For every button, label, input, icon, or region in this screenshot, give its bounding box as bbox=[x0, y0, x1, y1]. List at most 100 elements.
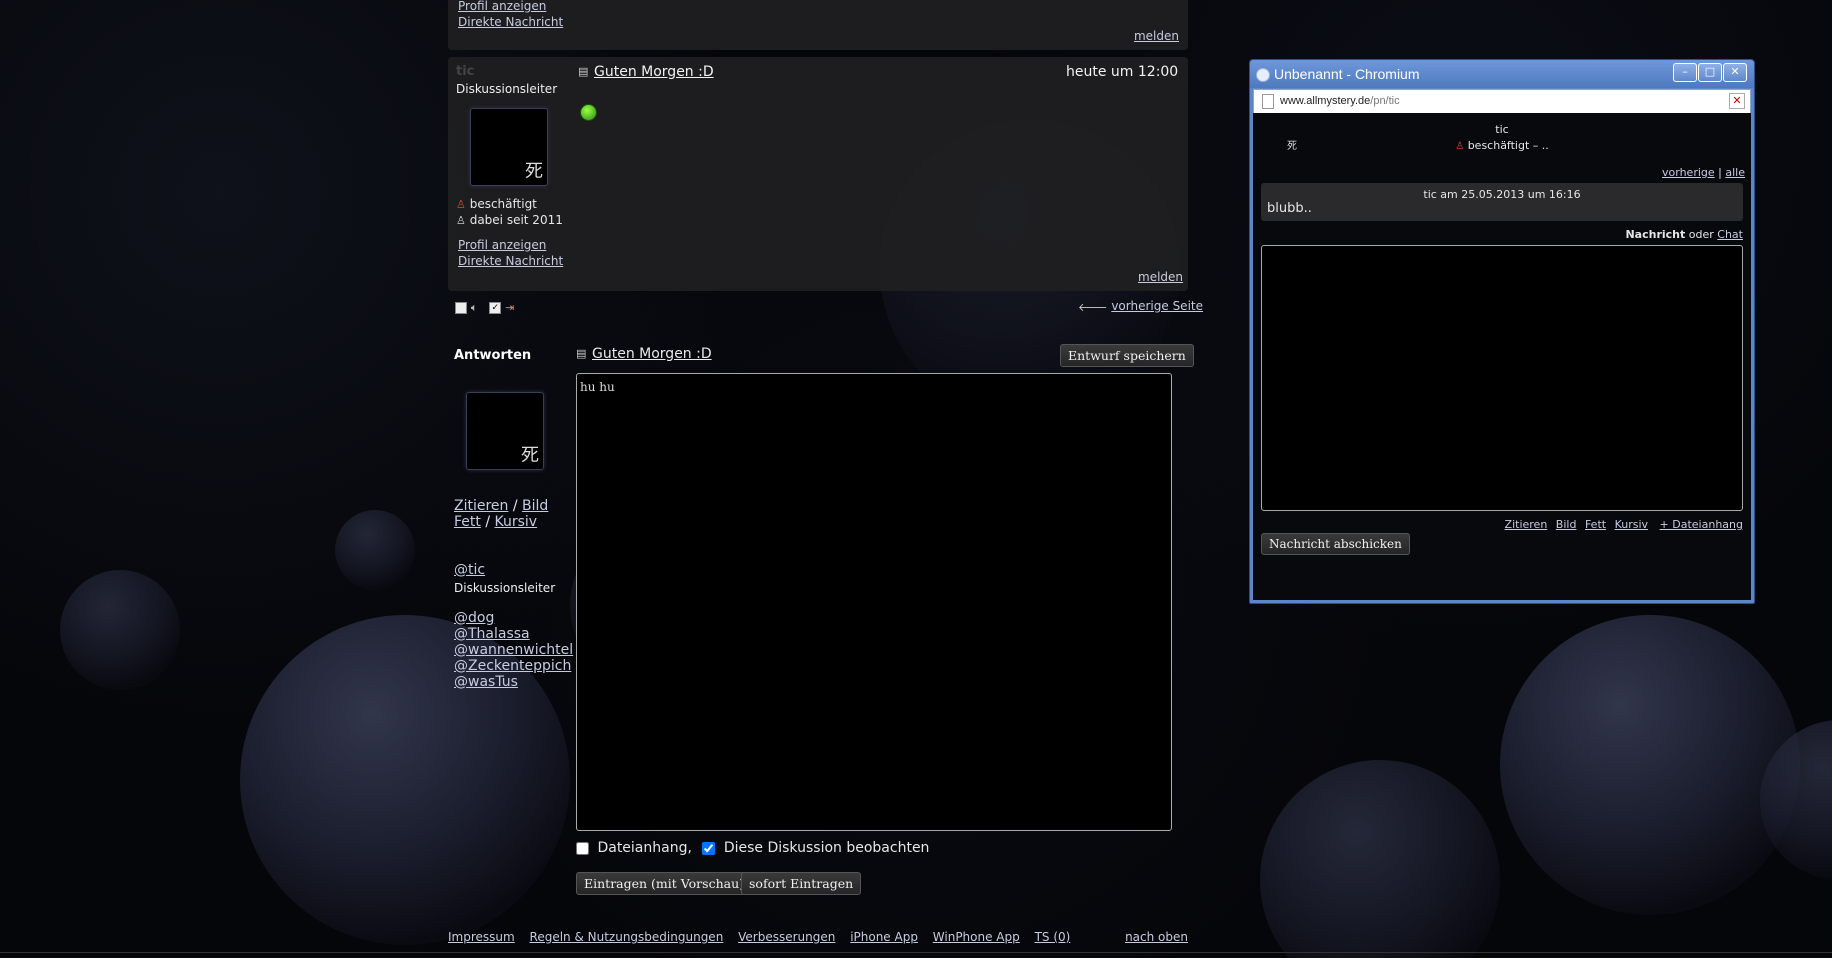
avatar[interactable]: 死 bbox=[470, 108, 548, 186]
page-bottom-divider bbox=[0, 952, 1832, 953]
image-link[interactable]: Bild bbox=[1556, 518, 1577, 531]
mention-link[interactable]: @Zeckenteppich bbox=[454, 658, 571, 674]
url-host: www.allmystery.de bbox=[1280, 95, 1371, 107]
direct-message-link[interactable]: Direkte Nachricht bbox=[458, 15, 563, 29]
address-bar[interactable]: www.allmystery.de/pn/tic ✕ bbox=[1253, 89, 1751, 114]
quote-link[interactable]: Zitieren bbox=[1505, 518, 1548, 531]
footer-link-ts[interactable]: TS (0) bbox=[1035, 930, 1071, 944]
chat-link[interactable]: Chat bbox=[1717, 228, 1743, 241]
minimize-icon[interactable]: – bbox=[1673, 63, 1697, 82]
maximize-icon[interactable]: □ bbox=[1698, 63, 1722, 82]
exit-icon[interactable]: ⇥ bbox=[505, 301, 514, 314]
window-titlebar[interactable]: Unbenannt - Chromium – □ ✕ bbox=[1250, 60, 1754, 88]
report-link[interactable]: melden bbox=[1138, 270, 1183, 284]
separator: / bbox=[485, 514, 491, 530]
post-author[interactable]: tic bbox=[456, 64, 474, 79]
user-status: ♙ beschäftigt bbox=[456, 197, 537, 211]
page-icon bbox=[1262, 94, 1274, 109]
speaker-icon[interactable]: 🔈︎ bbox=[471, 301, 478, 315]
report-link[interactable]: melden bbox=[1134, 29, 1179, 43]
member-since-text: dabei seit 2011 bbox=[469, 213, 563, 227]
back-to-top-link[interactable]: nach oben bbox=[1125, 930, 1188, 944]
mention-link[interactable]: @Thalassa bbox=[454, 626, 530, 642]
avatar-glyph: 死 bbox=[521, 445, 539, 466]
mention-link[interactable]: @dog bbox=[454, 610, 494, 626]
submit-now-button[interactable]: sofort Eintragen bbox=[741, 872, 862, 895]
avatar-glyph: 死 bbox=[525, 161, 543, 182]
planet bbox=[60, 570, 180, 690]
watch-label: Diese Diskussion beobachten bbox=[723, 840, 930, 856]
attachment-link[interactable]: + Dateianhang bbox=[1660, 518, 1743, 531]
quote-link[interactable]: Zitieren bbox=[454, 498, 508, 514]
prev-messages-link[interactable]: vorherige bbox=[1662, 166, 1715, 179]
document-icon: ▤ bbox=[576, 347, 587, 360]
url-path: /pn/tic bbox=[1370, 95, 1400, 107]
mention-link-main[interactable]: @tic bbox=[454, 562, 485, 578]
popup-username: tic bbox=[1495, 123, 1509, 136]
reply-options: Dateianhang, Diese Diskussion beobachten bbox=[576, 840, 929, 856]
popup-content: tic 死 ♙ beschäftigt – .. vorherige | all… bbox=[1253, 113, 1751, 600]
reply-title[interactable]: Guten Morgen :D bbox=[592, 346, 712, 362]
reply-textarea[interactable]: hu hu bbox=[576, 373, 1172, 831]
direct-message-link[interactable]: Direkte Nachricht bbox=[458, 254, 563, 268]
attachment-checkbox[interactable] bbox=[576, 841, 589, 855]
all-messages-link[interactable]: alle bbox=[1725, 166, 1745, 179]
mention-link[interactable]: @wasTus bbox=[454, 674, 518, 690]
post-title[interactable]: Guten Morgen :D bbox=[594, 64, 714, 80]
popup-status-text: beschäftigt – .. bbox=[1467, 139, 1549, 152]
mention-link[interactable]: @wannenwichtel bbox=[454, 642, 573, 658]
footer-link-improvements[interactable]: Verbesserungen bbox=[738, 930, 835, 944]
footer-link-iphone[interactable]: iPhone App bbox=[850, 930, 918, 944]
select-checkbox[interactable] bbox=[455, 301, 467, 314]
separator: | bbox=[1718, 166, 1722, 179]
bold-link[interactable]: Fett bbox=[454, 514, 481, 530]
prev-page-link[interactable]: vorherige Seite bbox=[1111, 299, 1203, 313]
chromium-icon bbox=[1256, 68, 1270, 82]
watch-checkbox[interactable] bbox=[702, 841, 716, 855]
message-bubble: tic am 25.05.2013 um 16:16 blubb.. bbox=[1261, 183, 1743, 221]
popup-status: ♙ beschäftigt – .. bbox=[1253, 139, 1751, 152]
window-title: Unbenannt - Chromium bbox=[1274, 66, 1420, 82]
planet bbox=[1500, 615, 1800, 915]
check-icon[interactable]: ✓ bbox=[489, 301, 502, 314]
status-busy-icon: ♙ bbox=[1455, 140, 1465, 152]
image-link[interactable]: Bild bbox=[522, 498, 548, 514]
mention-list: @dog @Thalassa @wannenwichtel @Zeckentep… bbox=[454, 610, 573, 690]
status-busy-icon: ♙ bbox=[456, 198, 466, 211]
prev-page-nav[interactable]: 🡐 vorherige Seite bbox=[1078, 299, 1203, 314]
post-panel-previous: Profil anzeigen Direkte Nachricht melden bbox=[448, 0, 1188, 50]
footer: Impressum Regeln & Nutzungsbedingungen V… bbox=[448, 930, 1188, 944]
italic-link[interactable]: Kursiv bbox=[495, 514, 538, 530]
profile-link[interactable]: Profil anzeigen bbox=[458, 238, 546, 252]
address-url: www.allmystery.de/pn/tic bbox=[1280, 95, 1400, 107]
send-message-button[interactable]: Nachricht abschicken bbox=[1261, 533, 1410, 555]
blocked-popup-icon[interactable]: ✕ bbox=[1729, 93, 1745, 109]
reply-avatar[interactable]: 死 bbox=[466, 392, 544, 470]
footer-link-impressum[interactable]: Impressum bbox=[448, 930, 515, 944]
popup-window: Unbenannt - Chromium – □ ✕ www.allmyster… bbox=[1249, 59, 1755, 604]
italic-link[interactable]: Kursiv bbox=[1615, 518, 1648, 531]
close-icon[interactable]: ✕ bbox=[1723, 63, 1747, 82]
popup-nav: vorherige | alle bbox=[1662, 166, 1745, 179]
save-draft-button[interactable]: Entwurf speichern bbox=[1060, 344, 1194, 367]
footer-link-winphone[interactable]: WinPhone App bbox=[933, 930, 1020, 944]
submit-preview-button[interactable]: Eintragen (mit Vorschau) bbox=[576, 872, 752, 895]
compose-or: oder bbox=[1688, 228, 1714, 241]
compose-label: Nachricht bbox=[1625, 228, 1686, 241]
post-time: heute um 12:00 bbox=[1066, 64, 1179, 80]
member-icon: ♙ bbox=[456, 214, 466, 227]
smiley-icon bbox=[580, 104, 597, 121]
compose-textarea[interactable] bbox=[1261, 245, 1743, 511]
separator: / bbox=[512, 498, 518, 514]
post-toolbar: 🔈︎ ✓ ⇥ bbox=[455, 300, 514, 315]
member-since: ♙ dabei seit 2011 bbox=[456, 213, 563, 227]
footer-link-rules[interactable]: Regeln & Nutzungsbedingungen bbox=[530, 930, 724, 944]
bold-link[interactable]: Fett bbox=[1585, 518, 1606, 531]
arrow-left-icon: 🡐 bbox=[1078, 300, 1108, 314]
document-icon: ▤ bbox=[578, 65, 589, 78]
planet bbox=[335, 510, 415, 590]
profile-link[interactable]: Profil anzeigen bbox=[458, 0, 546, 13]
reply-heading: Antworten bbox=[454, 348, 532, 363]
format-links: Zitieren / Bild Fett / Kursiv bbox=[454, 498, 548, 530]
post-author-role: Diskussionsleiter bbox=[456, 82, 558, 96]
